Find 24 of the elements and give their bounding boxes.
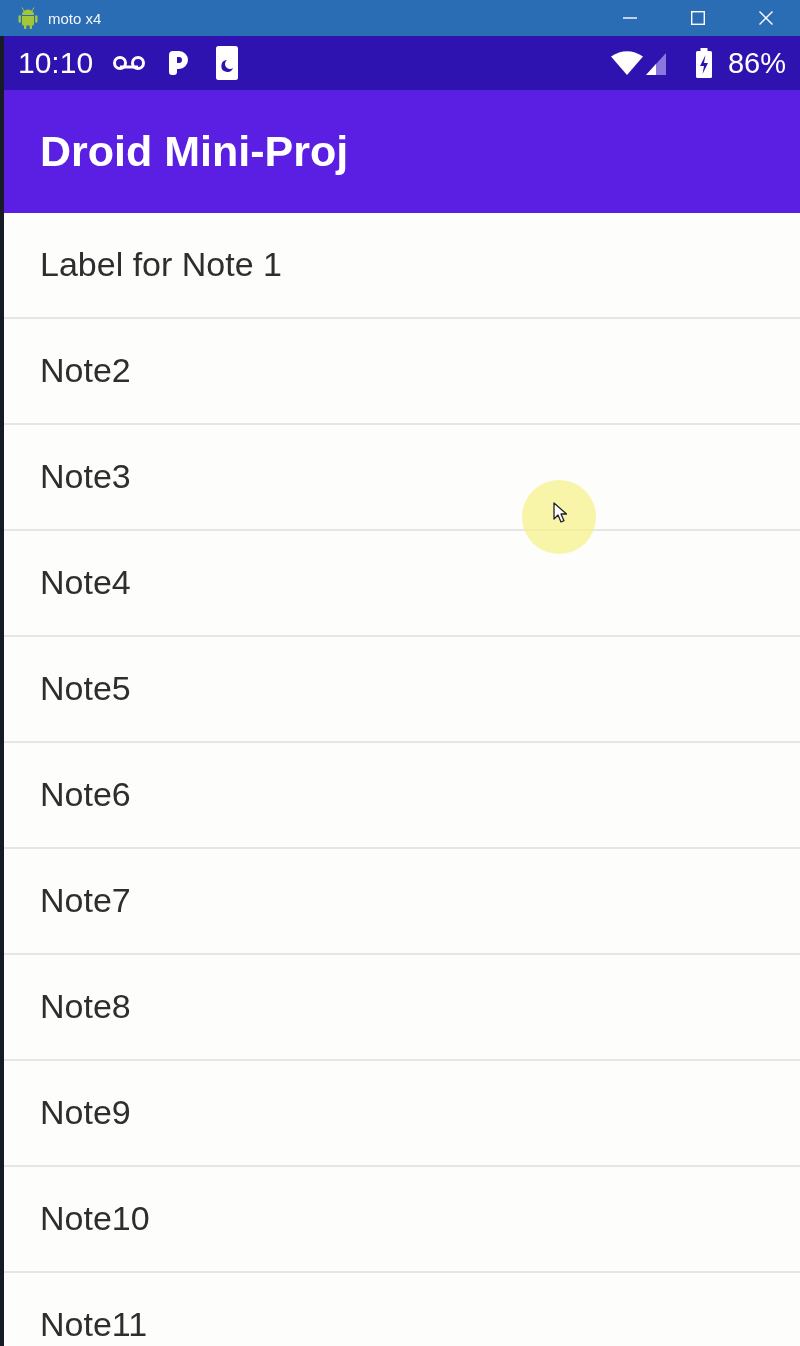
close-icon [759, 11, 773, 25]
charging-battery-icon [695, 48, 712, 78]
minimize-icon [623, 17, 637, 19]
wifi-icon [610, 51, 643, 75]
app-title: Droid Mini-Proj [40, 127, 349, 176]
battery-percentage: 86% [727, 46, 786, 80]
moon-tile-icon [216, 46, 239, 80]
note-list-item[interactable]: Note5 [4, 637, 800, 743]
voicemail-icon [112, 55, 147, 71]
note-list-item[interactable]: Note11 [4, 1273, 800, 1346]
note-list-item[interactable]: Note10 [4, 1167, 800, 1273]
note-list-item[interactable]: Note7 [4, 849, 800, 955]
note-list-item[interactable]: Note9 [4, 1061, 800, 1167]
cell-signal-icon [645, 53, 666, 75]
p-logo-icon [168, 51, 189, 75]
note-list-item[interactable]: Note8 [4, 955, 800, 1061]
maximize-icon [691, 11, 705, 25]
clock-time: 10:10 [18, 46, 94, 80]
window-title: moto x4 [48, 9, 102, 27]
mouse-pointer-icon [553, 502, 567, 524]
note-list-item[interactable]: Label for Note 1 [4, 213, 800, 319]
note-list-item[interactable]: Note2 [4, 319, 800, 425]
android-robot-icon [18, 7, 38, 29]
note-list-item[interactable]: Note6 [4, 743, 800, 849]
